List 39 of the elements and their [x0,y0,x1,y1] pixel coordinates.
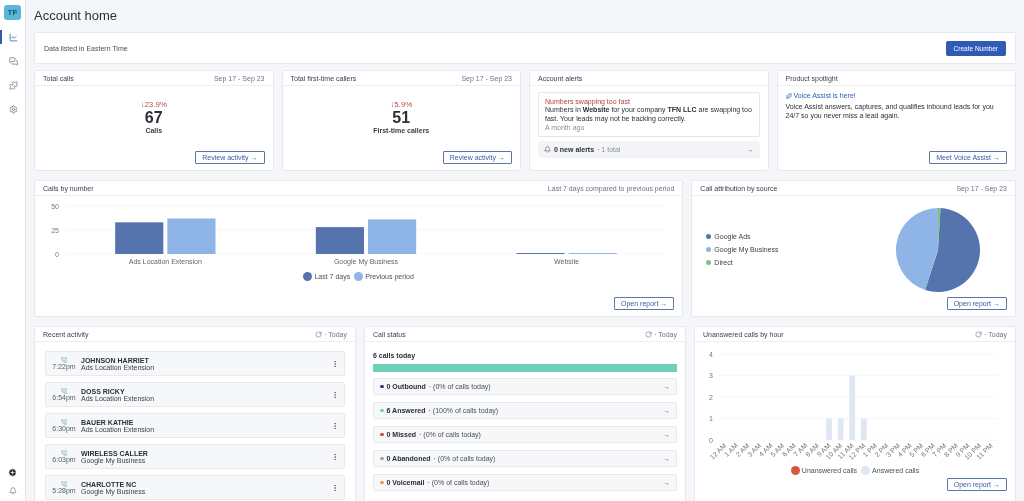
settings-icon [9,104,18,114]
chart-bar [826,418,832,440]
bell-icon[interactable] [8,487,17,495]
chart-bar [837,418,844,440]
chart-bar [115,222,164,254]
kebab-menu-icon[interactable] [331,390,339,399]
legend-dot [861,466,871,475]
phone-incoming-icon [61,357,67,363]
phone-incoming-icon [61,419,67,425]
kebab-menu-icon[interactable] [331,483,339,492]
sparkle-icon [785,92,792,99]
chart-bar [167,218,216,254]
line-chart-icon [9,32,18,42]
chart-bar [368,219,417,254]
puzzle-icon [9,80,18,90]
change-percent: ↓5.9% [390,100,413,109]
messages-icon [9,56,18,66]
kebab-menu-icon[interactable] [331,452,339,461]
account-avatar[interactable]: TF [4,5,21,20]
page-title: Account home [34,8,119,25]
phone-incoming-icon [61,481,67,487]
change-percent: ↓23.9% [140,100,168,109]
refresh-icon [315,330,323,338]
chart-bar [860,418,867,440]
chart-bar [315,227,364,254]
kebab-menu-icon[interactable] [331,359,339,368]
stat-value: 51 [392,109,411,127]
legend-dot [354,272,364,281]
refresh-icon [645,330,653,338]
refresh-icon [975,330,983,338]
chart-bar [849,375,856,440]
plus-circle-icon[interactable] [8,468,17,477]
legend-dot [790,466,800,475]
legend-dot [303,272,313,281]
phone-incoming-icon [61,388,67,394]
kebab-menu-icon[interactable] [331,421,339,430]
phone-incoming-icon [61,450,67,456]
stat-value: 67 [144,109,163,127]
bell-icon [544,146,551,153]
